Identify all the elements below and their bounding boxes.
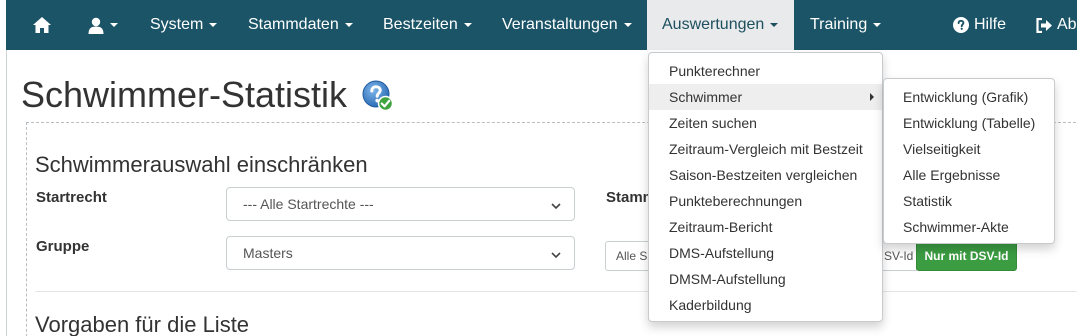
section-title: Vorgaben für die Liste — [35, 312, 250, 336]
chevron-down-icon — [344, 23, 353, 27]
nav-stammdaten[interactable]: Stammdaten — [248, 0, 353, 50]
nav-auswertungen-label: Auswertungen — [662, 16, 765, 33]
menu-item-zeiten-suchen[interactable]: Zeiten suchen — [649, 110, 882, 136]
chevron-down-icon — [873, 23, 882, 27]
help-button[interactable]: Hilfe — [953, 0, 1006, 50]
menu-item-punkterechner[interactable]: Punkterechner — [649, 58, 882, 84]
menu-item-zeitraum-vergleich[interactable]: Zeitraum-Vergleich mit Bestzeit — [649, 136, 882, 162]
logout-icon — [1036, 17, 1053, 33]
menu-item-kaderbildung[interactable]: Kaderbildung — [649, 292, 882, 318]
auswertungen-dropdown: Punkterechner Schwimmer Zeiten suchen Ze… — [648, 52, 883, 322]
nav-veranstaltungen[interactable]: Veranstaltungen — [502, 0, 632, 50]
submenu-item-entwicklung-grafik[interactable]: Entwicklung (Grafik) — [884, 84, 1054, 110]
menu-item-saison-bestzeiten[interactable]: Saison-Bestzeiten vergleichen — [649, 162, 882, 188]
nav-system-label: System — [150, 16, 204, 33]
chevron-right-icon — [870, 93, 874, 101]
nav-bestzeiten[interactable]: Bestzeiten — [383, 0, 472, 50]
nav-bestzeiten-label: Bestzeiten — [383, 16, 458, 33]
home-button[interactable] — [32, 0, 52, 50]
submenu-item-entwicklung-tabelle[interactable]: Entwicklung (Tabelle) — [884, 110, 1054, 136]
alle-button-label: Alle S — [616, 249, 648, 263]
mit-dsv-button-label: SV-Id — [884, 249, 914, 263]
gruppe-label: Gruppe — [36, 238, 90, 255]
startrecht-value: --- Alle Startrechte --- — [243, 196, 374, 212]
schwimmer-submenu: Entwicklung (Grafik) Entwicklung (Tabell… — [883, 78, 1055, 244]
help-label: Hilfe — [974, 16, 1007, 33]
submenu-item-label: Entwicklung (Tabelle) — [903, 115, 1036, 131]
content-border — [6, 50, 7, 336]
menu-item-label: Saison-Bestzeiten vergleichen — [669, 167, 858, 183]
menu-item-label: DMSM-Aufstellung — [669, 271, 786, 287]
menu-item-zeitraum-bericht[interactable]: Zeitraum-Bericht — [649, 214, 882, 240]
submenu-item-label: Schwimmer-Akte — [903, 219, 1009, 235]
menu-item-label: Kaderbildung — [669, 297, 752, 313]
submenu-item-label: Alle Ergebnisse — [903, 167, 1001, 183]
gruppe-value: Masters — [243, 245, 293, 261]
nav-stammdaten-label: Stammdaten — [248, 16, 339, 33]
submenu-item-statistik[interactable]: Statistik — [884, 188, 1054, 214]
user-menu-button[interactable] — [88, 0, 118, 50]
chevron-down-icon — [550, 199, 562, 215]
home-icon — [32, 16, 52, 34]
divider — [35, 291, 1077, 292]
page-title: Schwimmer-Statistik — [21, 74, 348, 115]
nur-mit-dsv-button[interactable]: Nur mit DSV-Id — [916, 241, 1017, 271]
menu-item-label: Schwimmer — [669, 89, 743, 105]
chevron-down-icon — [463, 23, 472, 27]
submenu-item-alle-ergebnisse[interactable]: Alle Ergebnisse — [884, 162, 1054, 188]
nav-training[interactable]: Training — [810, 0, 882, 50]
nav-veranstaltungen-label: Veranstaltungen — [502, 16, 618, 33]
submenu-item-schwimmer-akte[interactable]: Schwimmer-Akte — [884, 214, 1054, 240]
user-icon — [88, 17, 104, 34]
chevron-down-icon — [550, 248, 562, 264]
gruppe-select[interactable]: Masters — [226, 236, 575, 270]
nur-mit-dsv-label: Nur mit DSV-Id — [924, 249, 1009, 263]
chevron-down-icon — [209, 23, 218, 27]
submenu-item-vielseitigkeit[interactable]: Vielseitigkeit — [884, 136, 1054, 162]
top-navbar: System Stammdaten Bestzeiten Veranstaltu… — [6, 0, 1077, 50]
menu-item-punkteberechnungen[interactable]: Punkteberechnungen — [649, 188, 882, 214]
panel-title: Schwimmerauswahl einschränken — [35, 152, 368, 177]
nav-training-label: Training — [810, 16, 868, 33]
logout-button[interactable]: Ab — [1036, 0, 1077, 50]
help-badge-icon[interactable] — [362, 80, 394, 112]
nav-auswertungen[interactable]: Auswertungen — [647, 0, 794, 50]
menu-item-label: Punkterechner — [669, 63, 761, 79]
menu-item-label: DMS-Aufstellung — [669, 245, 775, 261]
startrecht-select[interactable]: --- Alle Startrechte --- — [226, 187, 575, 221]
startrecht-label: Startrecht — [36, 189, 107, 206]
chevron-down-icon — [770, 23, 779, 27]
question-circle-icon — [953, 17, 969, 33]
chevron-down-icon — [623, 23, 632, 27]
chevron-down-icon — [110, 23, 118, 27]
submenu-item-label: Vielseitigkeit — [903, 141, 981, 157]
menu-item-label: Zeitraum-Bericht — [669, 219, 773, 235]
menu-item-dms-aufstellung[interactable]: DMS-Aufstellung — [649, 240, 882, 266]
nav-system[interactable]: System — [150, 0, 218, 50]
menu-item-schwimmer[interactable]: Schwimmer — [649, 84, 882, 110]
menu-item-label: Punkteberechnungen — [669, 193, 803, 209]
menu-item-label: Zeitraum-Vergleich mit Bestzeit — [669, 141, 863, 157]
menu-item-dmsm-aufstellung[interactable]: DMSM-Aufstellung — [649, 266, 882, 292]
submenu-item-label: Entwicklung (Grafik) — [903, 89, 1029, 105]
menu-item-label: Zeiten suchen — [669, 115, 757, 131]
logout-label: Ab — [1057, 16, 1077, 33]
submenu-item-label: Statistik — [903, 193, 953, 209]
